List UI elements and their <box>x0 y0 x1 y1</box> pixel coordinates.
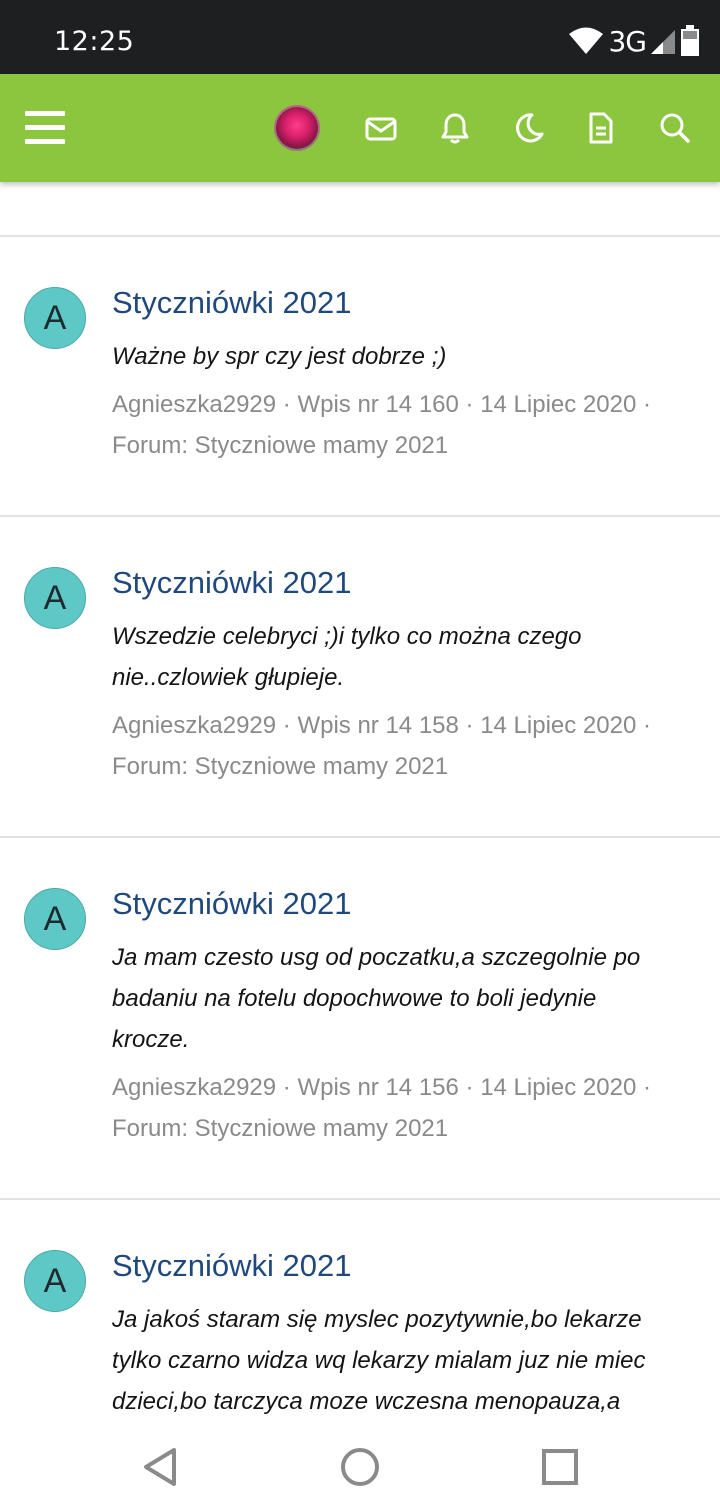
meta-line: Agnieszka2929 · Wpis nr 14 158 · 14 Lipi… <box>112 712 651 739</box>
signal-icon <box>651 30 675 54</box>
snippet-line: badaniu na fotelu dopochwowe to boli jed… <box>112 985 597 1012</box>
network-type-label: 3G <box>608 24 647 58</box>
post-snippet: Wszedzie celebryci ;)i tylko co można cz… <box>112 616 680 698</box>
meta-line: Agnieszka2929 · Wpis nr 14 160 · 14 Lipi… <box>112 391 651 418</box>
back-button[interactable] <box>138 1444 184 1490</box>
snippet-line: tylko czarno widza wq lekarzy mialam juz… <box>112 1347 646 1374</box>
menu-icon <box>25 111 65 144</box>
recents-icon <box>542 1449 578 1485</box>
snippet-line: nie..czlowiek głupieje. <box>112 664 345 691</box>
snippet-line: krocze. <box>112 1026 190 1053</box>
post-item[interactable]: A Styczniówki 2021 Ważne by spr czy jest… <box>0 237 720 515</box>
meta-line: Agnieszka2929 · Wpis nr 14 156 · 14 Lipi… <box>112 1074 651 1101</box>
recents-button[interactable] <box>537 1444 583 1490</box>
post-item[interactable]: A Styczniówki 2021 Wszedzie celebryci ;)… <box>0 517 720 835</box>
dark-mode-button[interactable] <box>508 106 550 150</box>
post-meta: Agnieszka2929 · Wpis nr 14 160 · 14 Lipi… <box>112 384 690 466</box>
messages-button[interactable] <box>360 108 402 150</box>
status-time: 12:25 <box>54 26 135 57</box>
snippet-line: Ja jakoś staram się myslec pozytywnie,bo… <box>112 1306 642 1333</box>
snippet-line: Ja mam czesto usg od poczatku,a szczegol… <box>112 944 641 971</box>
snippet-line: dzieci,bo tarczyca moze wczesna menopauz… <box>112 1388 621 1415</box>
home-button[interactable] <box>337 1444 383 1490</box>
system-nav-bar <box>0 1422 720 1512</box>
battery-icon <box>681 25 699 56</box>
post-title[interactable]: Styczniówki 2021 <box>112 1248 700 1284</box>
posts-feed[interactable]: A Styczniówki 2021 Ważne by spr czy jest… <box>0 182 720 1422</box>
notifications-button[interactable] <box>434 106 476 150</box>
app-bar <box>0 74 720 182</box>
home-icon <box>341 1448 379 1486</box>
status-bar: 12:25 3G <box>0 0 720 74</box>
snippet-line: Wszedzie celebryci ;)i tylko co można cz… <box>112 623 582 650</box>
post-title[interactable]: Styczniówki 2021 <box>112 886 700 922</box>
post-snippet: Ja jakoś staram się myslec pozytywnie,bo… <box>112 1299 680 1422</box>
post-title[interactable]: Styczniówki 2021 <box>112 285 700 321</box>
post-item[interactable]: A Styczniówki 2021 Ja mam czesto usg od … <box>0 838 720 1198</box>
documents-button[interactable] <box>580 106 622 150</box>
search-button[interactable] <box>654 106 696 150</box>
post-title[interactable]: Styczniówki 2021 <box>112 565 700 601</box>
document-icon <box>589 112 613 144</box>
wifi-icon <box>569 27 604 54</box>
post-avatar[interactable]: A <box>24 567 86 629</box>
snippet-line: Ważne by spr czy jest dobrze ;) <box>112 343 447 370</box>
back-icon <box>144 1448 176 1486</box>
status-icons: 3G <box>568 24 700 58</box>
post-snippet: Ważne by spr czy jest dobrze ;) <box>112 336 680 377</box>
search-icon <box>660 113 690 143</box>
meta-forum: Forum: Styczniowe mamy 2021 <box>112 1115 449 1142</box>
meta-forum: Forum: Styczniowe mamy 2021 <box>112 753 449 780</box>
post-meta: Agnieszka2929 · Wpis nr 14 158 · 14 Lipi… <box>112 705 690 787</box>
post-avatar[interactable]: A <box>24 287 86 349</box>
post-item[interactable]: A Styczniówki 2021 Ja jakoś staram się m… <box>0 1200 720 1422</box>
user-avatar[interactable] <box>274 105 320 151</box>
post-avatar[interactable]: A <box>24 888 86 950</box>
post-snippet: Ja mam czesto usg od poczatku,a szczegol… <box>112 937 680 1060</box>
meta-forum: Forum: Styczniowe mamy 2021 <box>112 432 449 459</box>
post-meta: Agnieszka2929 · Wpis nr 14 156 · 14 Lipi… <box>112 1067 690 1149</box>
menu-button[interactable] <box>20 104 70 152</box>
bell-icon <box>441 113 469 144</box>
mail-icon <box>365 117 397 141</box>
post-avatar[interactable]: A <box>24 1250 86 1312</box>
moon-icon <box>516 113 544 143</box>
